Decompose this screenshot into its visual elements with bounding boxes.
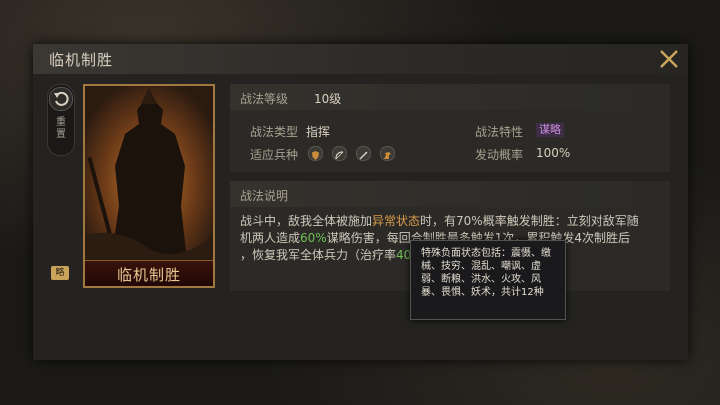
shield-icon xyxy=(308,146,323,161)
description-header: 战法说明 xyxy=(230,181,670,207)
tooltip-text: 特殊负面状态包括：震慑、缴械、技穷、混乱、嘲讽、虚弱、断粮、洪水、火攻、风暴、畏… xyxy=(421,248,551,298)
reset-icon xyxy=(49,87,73,111)
strategy-badge[interactable]: 略 xyxy=(51,266,69,280)
troops-label: 适应兵种 xyxy=(250,148,299,162)
card-name-bar: 临机制胜 xyxy=(85,260,213,286)
status-tooltip: 特殊负面状态包括：震慑、缴械、技穷、混乱、嘲讽、虚弱、断粮、洪水、火攻、风暴、畏… xyxy=(410,240,566,320)
trait-label: 战法特性 xyxy=(475,125,524,139)
description-title: 战法说明 xyxy=(240,189,289,203)
close-button[interactable] xyxy=(657,47,681,71)
trait-tag: 谋略 xyxy=(536,123,564,137)
reset-label: 重置 xyxy=(56,117,66,140)
abnormal-status-link[interactable]: 异常状态 xyxy=(372,214,420,228)
reset-button[interactable]: 重置 xyxy=(47,84,75,156)
bow-icon xyxy=(332,146,347,161)
skill-card: 临机制胜 xyxy=(83,84,215,288)
type-value: 指挥 xyxy=(306,125,331,139)
rate-label: 发动概率 xyxy=(475,148,524,162)
general-portrait xyxy=(85,86,213,261)
level-value: 10级 xyxy=(314,92,342,106)
skill-detail-panel: 临机制胜 重置 略 临机制胜 战法等级 10级 战法类型 指挥 战法特性 谋略 … xyxy=(33,44,688,360)
level-row: 战法等级 10级 xyxy=(230,84,670,110)
type-label: 战法类型 xyxy=(250,125,299,139)
horse-icon xyxy=(380,146,395,161)
spear-icon xyxy=(356,146,371,161)
close-icon xyxy=(660,50,678,68)
panel-title: 临机制胜 xyxy=(49,51,114,69)
panel-header: 临机制胜 xyxy=(33,44,688,74)
level-label: 战法等级 xyxy=(240,92,289,106)
card-name: 临机制胜 xyxy=(116,266,181,284)
skill-info: 战法等级 10级 战法类型 指挥 战法特性 谋略 适应兵种 发动概率 100% xyxy=(230,84,670,172)
rate-value: 100% xyxy=(536,146,571,160)
description-line-1: 战斗中，敌我全体被施加异常状态时，有70%概率触发制胜：立刻对敌军随 xyxy=(240,214,639,228)
